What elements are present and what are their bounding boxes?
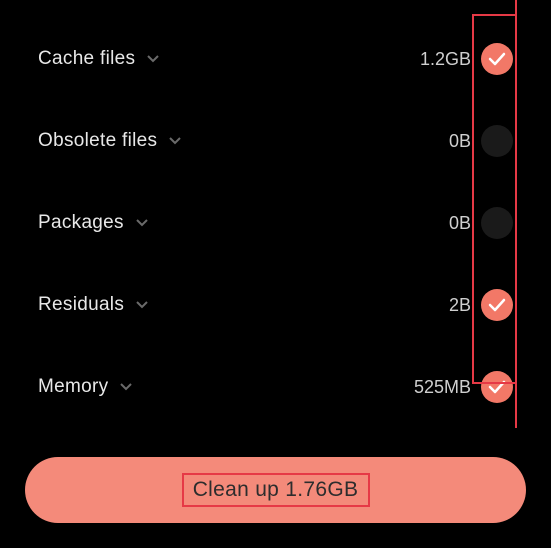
item-label: Residuals bbox=[38, 294, 124, 316]
item-size: 525MB bbox=[414, 377, 471, 398]
item-memory[interactable]: Memory 525MB bbox=[0, 346, 515, 428]
item-obsolete-files[interactable]: Obsolete files 0B bbox=[0, 100, 515, 182]
item-size: 1.2GB bbox=[420, 49, 471, 70]
cleanup-list: Cache files 1.2GB Obsolete files 0B Pack… bbox=[0, 0, 517, 428]
checkbox-obsolete-files[interactable] bbox=[481, 125, 513, 157]
clean-up-button-label: Clean up 1.76GB bbox=[193, 478, 359, 502]
item-size: 0B bbox=[449, 131, 471, 152]
item-label: Packages bbox=[38, 212, 124, 234]
chevron-down-icon[interactable] bbox=[136, 301, 148, 309]
item-residuals[interactable]: Residuals 2B bbox=[0, 264, 515, 346]
chevron-down-icon[interactable] bbox=[120, 383, 132, 391]
chevron-down-icon[interactable] bbox=[169, 137, 181, 145]
checkbox-residuals[interactable] bbox=[481, 289, 513, 321]
item-packages[interactable]: Packages 0B bbox=[0, 182, 515, 264]
chevron-down-icon[interactable] bbox=[147, 55, 159, 63]
checkbox-cache-files[interactable] bbox=[481, 43, 513, 75]
checkbox-memory[interactable] bbox=[481, 371, 513, 403]
chevron-down-icon[interactable] bbox=[136, 219, 148, 227]
checkbox-packages[interactable] bbox=[481, 207, 513, 239]
item-label: Memory bbox=[38, 376, 108, 398]
item-size: 2B bbox=[449, 295, 471, 316]
button-container: Clean up 1.76GB bbox=[25, 457, 526, 523]
item-label: Cache files bbox=[38, 48, 135, 70]
item-label: Obsolete files bbox=[38, 130, 157, 152]
item-cache-files[interactable]: Cache files 1.2GB bbox=[0, 18, 515, 100]
clean-up-button[interactable]: Clean up 1.76GB bbox=[25, 457, 526, 523]
item-size: 0B bbox=[449, 213, 471, 234]
